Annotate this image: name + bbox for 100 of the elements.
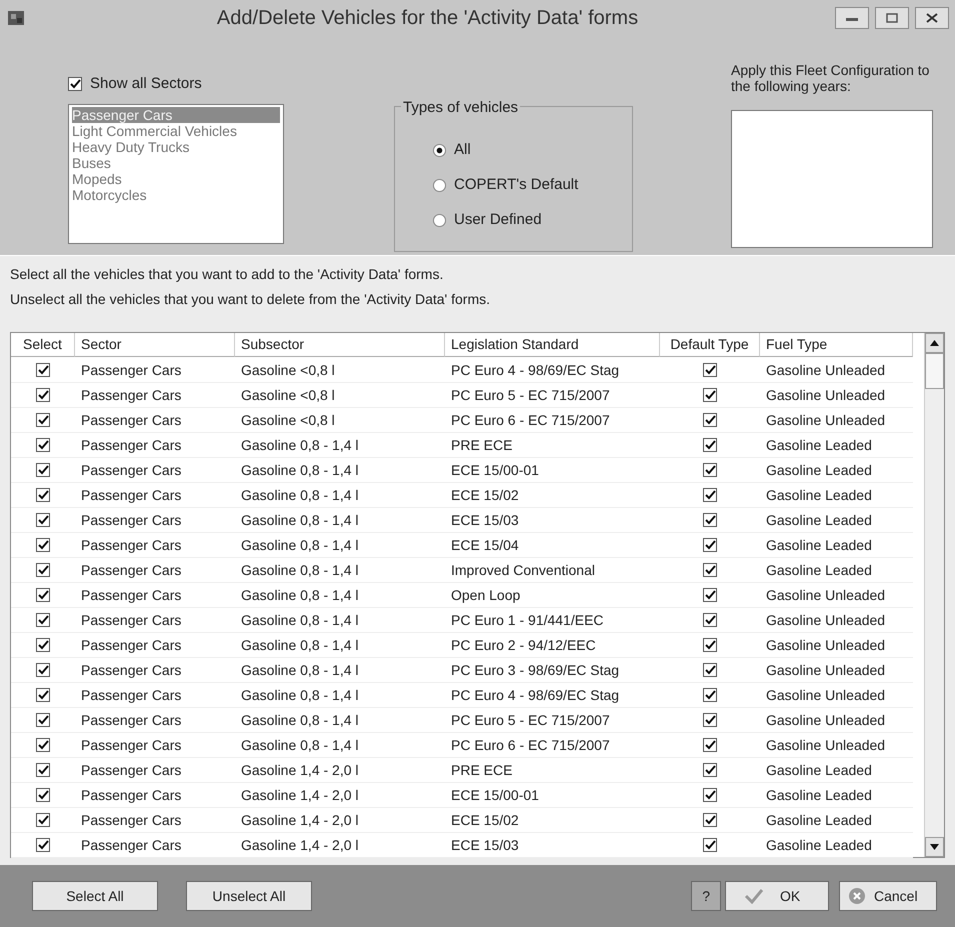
checkbox[interactable] (36, 563, 50, 577)
list-item[interactable]: Heavy Duty Trucks (72, 139, 280, 155)
table-cell: Gasoline 0,8 - 1,4 l (235, 558, 445, 583)
checkbox[interactable] (703, 663, 717, 677)
checkbox[interactable] (68, 77, 82, 91)
check-icon (38, 390, 48, 400)
check-icon (704, 440, 716, 450)
checkbox[interactable] (36, 438, 50, 452)
checkbox[interactable] (703, 713, 717, 727)
checkbox[interactable] (36, 363, 50, 377)
scroll-thumb[interactable] (925, 353, 944, 389)
minimize-button[interactable] (835, 7, 869, 29)
ok-button[interactable]: OK (725, 881, 829, 911)
checkbox[interactable] (703, 763, 717, 777)
table-cell: Passenger Cars (75, 583, 235, 608)
app-icon (6, 8, 26, 28)
table-cell: PC Euro 6 - EC 715/2007 (445, 408, 660, 433)
column-header[interactable]: Sector (75, 333, 235, 357)
checkbox[interactable] (36, 813, 50, 827)
check-icon (38, 490, 48, 500)
checkbox[interactable] (36, 763, 50, 777)
radio-button[interactable] (433, 179, 446, 192)
checkbox[interactable] (703, 688, 717, 702)
list-item[interactable]: Buses (72, 155, 280, 171)
table-cell: ECE 15/00-01 (445, 458, 660, 483)
table-cell: Gasoline Leaded (760, 508, 913, 533)
table-cell: Improved Conventional (445, 558, 660, 583)
check-icon (704, 840, 716, 850)
checkbox[interactable] (703, 838, 717, 852)
checkbox[interactable] (703, 538, 717, 552)
checkbox[interactable] (703, 588, 717, 602)
table-cell: Passenger Cars (75, 833, 235, 858)
unselect-all-button[interactable]: Unselect All (186, 881, 312, 911)
checkbox[interactable] (36, 463, 50, 477)
column-header[interactable]: Default Type (660, 333, 760, 357)
table-cell: Passenger Cars (75, 708, 235, 733)
maximize-button[interactable] (875, 7, 909, 29)
checkbox[interactable] (703, 613, 717, 627)
checkbox[interactable] (36, 788, 50, 802)
checkbox[interactable] (36, 613, 50, 627)
table-cell: Gasoline Unleaded (760, 408, 913, 433)
checkbox[interactable] (36, 638, 50, 652)
table-cell: Gasoline 0,8 - 1,4 l (235, 633, 445, 658)
check-icon (704, 614, 716, 626)
table-cell: PC Euro 2 - 94/12/EEC (445, 633, 660, 658)
checkbox[interactable] (703, 788, 717, 802)
table-cell: Gasoline Unleaded (760, 633, 913, 658)
checkbox[interactable] (36, 738, 50, 752)
checkbox[interactable] (36, 688, 50, 702)
checkbox[interactable] (703, 363, 717, 377)
column-header[interactable]: Fuel Type (760, 333, 913, 357)
checkbox[interactable] (36, 663, 50, 677)
checkbox[interactable] (36, 488, 50, 502)
select-all-button[interactable]: Select All (32, 881, 158, 911)
radio-button[interactable] (433, 214, 446, 227)
checkbox[interactable] (36, 413, 50, 427)
checkbox[interactable] (36, 713, 50, 727)
radio-label: COPERT's Default (454, 175, 578, 196)
table-cell: Gasoline Leaded (760, 483, 913, 508)
check-icon (38, 740, 48, 750)
column-header[interactable]: Subsector (235, 333, 445, 357)
check-icon (38, 614, 48, 626)
years-list[interactable] (731, 110, 933, 248)
checkbox[interactable] (36, 838, 50, 852)
table-cell: PC Euro 1 - 91/441/EEC (445, 608, 660, 633)
scroll-up-button[interactable] (925, 333, 944, 353)
radio-button[interactable] (433, 144, 446, 157)
table-cell: Gasoline 0,8 - 1,4 l (235, 683, 445, 708)
checkbox[interactable] (703, 738, 717, 752)
checkbox[interactable] (703, 638, 717, 652)
checkbox[interactable] (703, 488, 717, 502)
close-button[interactable] (915, 7, 949, 29)
cancel-button[interactable]: Cancel (839, 881, 937, 911)
table-cell: ECE 15/04 (445, 533, 660, 558)
checkbox[interactable] (36, 588, 50, 602)
checkbox[interactable] (703, 438, 717, 452)
column-header[interactable]: Legislation Standard (445, 333, 660, 357)
down-arrow-icon (930, 844, 939, 850)
list-item[interactable]: Mopeds (72, 171, 280, 187)
list-item[interactable]: Light Commercial Vehicles (72, 123, 280, 139)
scroll-down-button[interactable] (925, 837, 944, 857)
checkbox[interactable] (703, 463, 717, 477)
check-icon (38, 514, 48, 526)
checkbox[interactable] (703, 813, 717, 827)
checkbox[interactable] (36, 513, 50, 527)
table-cell: Gasoline 0,8 - 1,4 l (235, 458, 445, 483)
table-cell: Gasoline 1,4 - 2,0 l (235, 808, 445, 833)
checkbox[interactable] (703, 413, 717, 427)
table-cell: Passenger Cars (75, 808, 235, 833)
checkbox[interactable] (703, 563, 717, 577)
check-icon (704, 740, 716, 750)
help-button[interactable]: ? (691, 881, 721, 911)
checkbox[interactable] (36, 538, 50, 552)
checkbox[interactable] (703, 388, 717, 402)
checkbox[interactable] (703, 513, 717, 527)
checkbox[interactable] (36, 388, 50, 402)
column-header[interactable]: Select (11, 333, 75, 357)
list-item[interactable]: Motorcycles (72, 187, 280, 203)
maximize-icon (886, 13, 898, 23)
instruction-text: Unselect all the vehicles that you want to delete from the 'Activity Data' forms. (10, 290, 492, 309)
